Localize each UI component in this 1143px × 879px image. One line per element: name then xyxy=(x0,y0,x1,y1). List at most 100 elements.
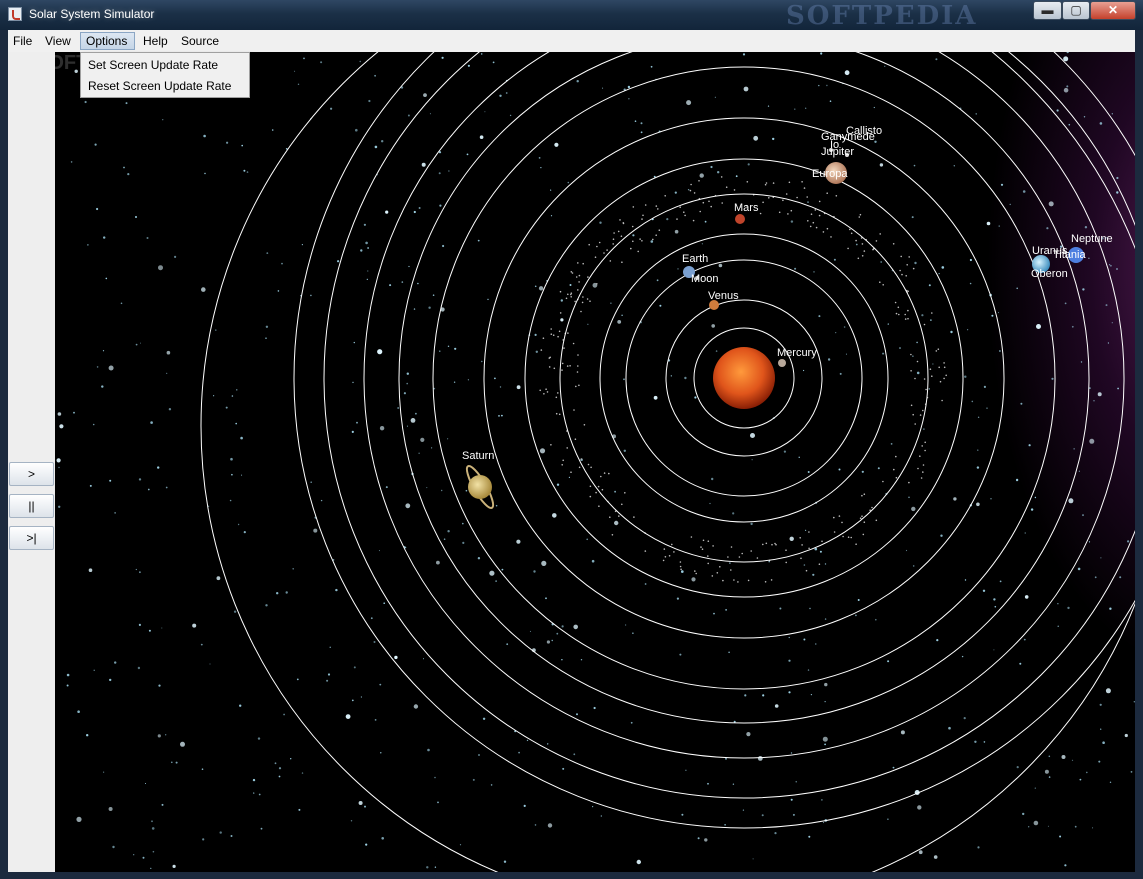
planet-saturn[interactable] xyxy=(463,463,497,511)
star xyxy=(150,867,152,870)
star xyxy=(401,281,404,283)
asteroid xyxy=(833,516,835,519)
star xyxy=(1111,322,1113,324)
pause-button[interactable]: || xyxy=(9,494,54,518)
menu-options[interactable]: Options xyxy=(80,32,135,50)
star xyxy=(1044,769,1049,774)
star xyxy=(481,360,483,363)
asteroid xyxy=(612,243,614,245)
asteroid xyxy=(540,349,543,351)
star xyxy=(1071,759,1074,761)
star xyxy=(818,84,820,87)
asteroid xyxy=(569,365,571,367)
star xyxy=(213,395,215,397)
window-title: Solar System Simulator xyxy=(29,7,155,21)
menu-view[interactable]: View xyxy=(40,32,76,50)
star xyxy=(271,129,274,131)
star xyxy=(861,470,864,473)
star xyxy=(281,262,283,265)
star xyxy=(389,284,392,287)
star xyxy=(545,597,547,600)
star xyxy=(492,61,495,64)
star xyxy=(477,239,480,242)
star xyxy=(824,618,827,620)
star xyxy=(1105,688,1111,694)
asteroid xyxy=(613,232,615,234)
asteroid xyxy=(562,459,564,462)
asteroid xyxy=(679,561,682,563)
star xyxy=(447,530,450,533)
menu-source[interactable]: Source xyxy=(176,32,224,50)
star xyxy=(276,592,279,595)
asteroid xyxy=(833,531,836,533)
minimize-button[interactable]: ▬ xyxy=(1033,1,1062,20)
star xyxy=(1133,701,1135,703)
close-button[interactable]: ✕ xyxy=(1090,1,1136,20)
play-button[interactable]: > xyxy=(9,462,54,486)
sun[interactable] xyxy=(713,347,775,409)
star xyxy=(562,767,565,770)
star xyxy=(501,414,503,417)
star xyxy=(938,273,940,275)
label-titania: Titania xyxy=(1053,249,1086,261)
asteroid xyxy=(925,388,927,391)
asteroid xyxy=(570,471,572,474)
label-mars: Mars xyxy=(734,202,759,214)
planet-mercury[interactable] xyxy=(778,359,786,367)
star xyxy=(320,61,323,64)
star xyxy=(434,866,437,868)
star xyxy=(231,395,234,397)
star xyxy=(950,330,953,334)
star xyxy=(358,801,363,805)
menu-file[interactable]: File xyxy=(8,32,37,50)
star xyxy=(215,329,217,331)
set-screen-update-rate-item[interactable]: Set Screen Update Rate xyxy=(88,57,218,73)
planet-mars[interactable] xyxy=(735,214,745,224)
asteroid xyxy=(803,187,806,189)
star xyxy=(822,736,828,742)
asteroid xyxy=(633,516,635,518)
step-button[interactable]: >| xyxy=(9,526,54,550)
star xyxy=(410,418,416,423)
star xyxy=(165,734,167,736)
label-earth: Earth xyxy=(682,253,709,265)
control-panel: > || >| xyxy=(8,52,55,872)
star xyxy=(413,308,416,310)
star xyxy=(403,392,406,395)
star xyxy=(534,285,537,288)
star xyxy=(963,717,966,720)
reset-screen-update-rate-item[interactable]: Reset Screen Update Rate xyxy=(88,78,231,94)
asteroid xyxy=(750,550,752,552)
asteroid xyxy=(756,557,759,559)
star xyxy=(76,816,82,823)
star xyxy=(794,267,797,270)
asteroid xyxy=(897,306,900,309)
asteroid xyxy=(863,521,866,523)
star xyxy=(157,734,161,738)
simulation-canvas[interactable]: SOFTPEDIA xyxy=(55,52,1135,872)
star xyxy=(434,776,436,779)
star xyxy=(774,704,779,708)
star xyxy=(1105,304,1108,307)
menu-help[interactable]: Help xyxy=(138,32,173,50)
star xyxy=(1024,595,1029,599)
asteroid xyxy=(644,204,647,206)
star xyxy=(352,381,354,384)
star xyxy=(1022,190,1026,193)
star xyxy=(114,512,116,514)
asteroid xyxy=(567,293,569,296)
star xyxy=(707,782,709,785)
star xyxy=(1066,52,1069,54)
star xyxy=(133,854,135,856)
star xyxy=(845,353,847,355)
star xyxy=(337,260,340,263)
asteroid xyxy=(785,549,787,551)
star xyxy=(157,466,160,469)
star xyxy=(367,247,369,249)
star xyxy=(538,157,541,159)
maximize-button[interactable]: ▢ xyxy=(1062,1,1090,20)
star xyxy=(86,734,89,737)
star xyxy=(674,229,679,234)
star xyxy=(600,815,602,817)
star xyxy=(70,161,73,163)
